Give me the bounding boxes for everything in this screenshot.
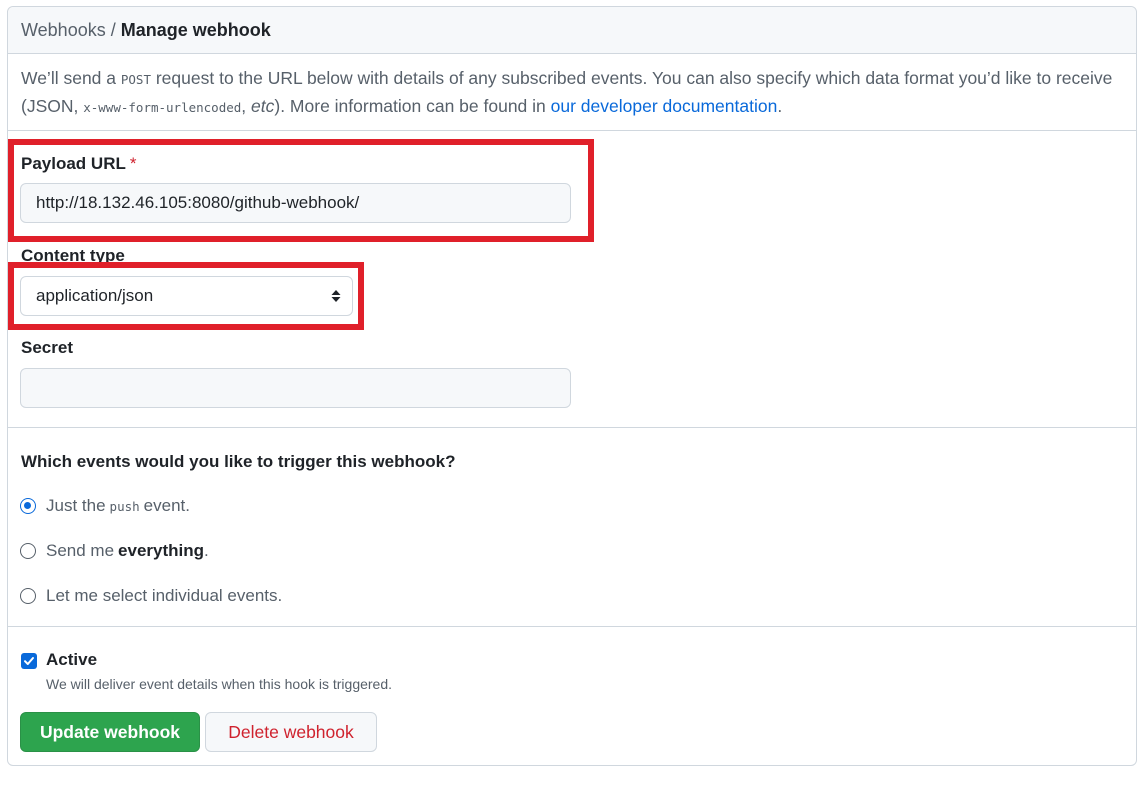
highlight-box-content-type <box>8 262 364 330</box>
secret-input[interactable] <box>20 368 571 408</box>
push-prefix: Just the <box>46 496 106 515</box>
intro-code-post: POST <box>120 72 151 87</box>
active-label: Active <box>46 650 98 669</box>
radio-individual[interactable] <box>20 588 36 604</box>
everything-bold: everything <box>118 541 205 560</box>
breadcrumb: Webhooks / Manage webhook <box>8 7 1136 54</box>
active-checkbox[interactable] <box>21 653 37 669</box>
update-webhook-button[interactable]: Update webhook <box>20 712 200 752</box>
divider <box>8 427 1136 428</box>
active-note: We will deliver event details when this … <box>46 676 393 692</box>
highlight-box-payload-url <box>8 139 594 242</box>
intro-part-1: We’ll send a <box>21 68 121 88</box>
intro-text: We’ll send a POST request to the URL bel… <box>21 65 1121 121</box>
breadcrumb-webhooks-link[interactable]: Webhooks <box>21 20 106 41</box>
delete-webhook-button[interactable]: Delete webhook <box>205 712 377 752</box>
divider <box>8 130 1136 131</box>
radio-everything[interactable] <box>20 543 36 559</box>
intro-part-4: ). More information can be found in <box>274 96 551 116</box>
event-option-push[interactable]: Just the push event. <box>20 496 190 516</box>
individual-label: Let me select individual events. <box>46 586 283 605</box>
event-option-individual[interactable]: Let me select individual events. <box>20 586 282 606</box>
webhook-panel: Webhooks / Manage webhook We’ll send a P… <box>7 6 1137 766</box>
divider <box>8 626 1136 627</box>
page-title: Manage webhook <box>120 19 271 40</box>
event-option-everything[interactable]: Send me everything. <box>20 541 209 561</box>
check-icon <box>24 657 34 665</box>
intro-code-urlencoded: x-www-form-urlencoded <box>83 100 242 115</box>
intro-part-5: . <box>777 96 783 116</box>
push-suffix: event. <box>143 496 190 515</box>
secret-label: Secret <box>21 338 73 357</box>
push-code: push <box>109 498 140 514</box>
developer-docs-link[interactable]: our developer documentation <box>551 96 778 116</box>
events-question: Which events would you like to trigger t… <box>21 452 456 471</box>
radio-push[interactable] <box>20 498 36 514</box>
intro-italic-etc: etc <box>251 96 275 116</box>
everything-prefix: Send me <box>46 541 115 560</box>
breadcrumb-separator: / <box>110 19 116 40</box>
everything-suffix: . <box>204 541 209 560</box>
intro-part-3: , <box>241 96 252 116</box>
